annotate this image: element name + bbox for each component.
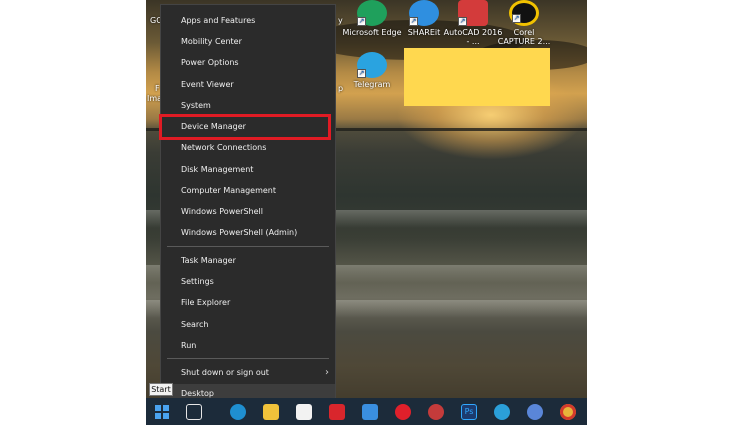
windows-logo-icon [155, 405, 169, 419]
desktop-icon-label-fragment: F [155, 84, 160, 93]
desktop-icon-label-fragment: p [338, 84, 344, 93]
winx-context-menu: Apps and Features Mobility Center Power … [160, 4, 336, 409]
edge-icon: ↗ [357, 0, 387, 26]
file-explorer-icon[interactable] [263, 404, 279, 420]
gift-app-icon[interactable] [329, 404, 345, 420]
shortcut-arrow-icon: ↗ [357, 17, 366, 26]
desktop-icon-label: Telegram [353, 80, 391, 89]
shortcut-arrow-icon: ↗ [512, 14, 521, 23]
edge-new-icon[interactable] [494, 404, 510, 420]
chrome-alt-icon[interactable] [428, 404, 444, 420]
shortcut-arrow-icon: ↗ [409, 17, 418, 26]
menu-item-mobility-center[interactable]: Mobility Center [161, 32, 335, 52]
menu-item-power-options[interactable]: Power Options [161, 53, 335, 73]
autocad-icon: ↗ [458, 0, 488, 26]
photoshop-label: Ps [464, 407, 474, 416]
menu-item-windows-powershell[interactable]: Windows PowerShell [161, 202, 335, 222]
menu-item-search[interactable]: Search [161, 315, 335, 335]
menu-item-network-connections[interactable]: Network Connections [161, 138, 335, 158]
telegram-icon: ↗ [357, 52, 387, 78]
menu-item-run[interactable]: Run [161, 336, 335, 356]
menu-item-event-viewer[interactable]: Event Viewer [161, 75, 335, 95]
menu-item-windows-powershell-admin[interactable]: Windows PowerShell (Admin) [161, 223, 335, 243]
shortcut-arrow-icon: ↗ [357, 69, 366, 78]
menu-item-label: Shut down or sign out [181, 368, 269, 377]
menu-item-settings[interactable]: Settings [161, 272, 335, 292]
edge-icon[interactable] [230, 404, 246, 420]
photoshop-icon[interactable]: Ps [461, 404, 477, 420]
corel-capture-icon: ↗ [509, 0, 539, 26]
shareit-icon: ↗ [409, 0, 439, 26]
menu-item-disk-management[interactable]: Disk Management [161, 160, 335, 180]
shortcut-arrow-icon: ↗ [458, 17, 467, 26]
menu-item-task-manager[interactable]: Task Manager [161, 251, 335, 271]
task-view-icon[interactable] [186, 404, 202, 420]
menu-separator [167, 246, 329, 247]
menu-item-shut-down-or-sign-out[interactable]: Shut down or sign out › [161, 363, 335, 383]
mail-icon[interactable] [362, 404, 378, 420]
chromium-icon[interactable] [527, 404, 543, 420]
menu-item-system[interactable]: System [161, 96, 335, 116]
menu-item-computer-management[interactable]: Computer Management [161, 181, 335, 201]
desktop-icon-edge[interactable]: ↗ Microsoft Edge [342, 0, 402, 37]
desktop-icon-corel-capture[interactable]: ↗ Corel CAPTURE 2... [494, 0, 554, 46]
menu-separator [167, 358, 329, 359]
start-icon[interactable] [154, 404, 170, 420]
store-icon[interactable] [296, 404, 312, 420]
redaction-block [404, 48, 550, 106]
desktop-icon-label: Microsoft Edge [342, 28, 402, 37]
desktop-icon-label: Corel CAPTURE 2... [497, 28, 551, 46]
chrome-icon[interactable] [560, 404, 576, 420]
chevron-right-icon: › [325, 367, 329, 378]
menu-item-file-explorer[interactable]: File Explorer [161, 293, 335, 313]
menu-item-apps-and-features[interactable]: Apps and Features [161, 11, 335, 31]
highlight-annotation-box [159, 114, 331, 140]
opera-icon[interactable] [395, 404, 411, 420]
desktop-icon-telegram[interactable]: ↗ Telegram [342, 52, 402, 89]
start-tooltip: Start [149, 383, 173, 396]
desktop-icon-label-fragment: y [338, 16, 343, 25]
